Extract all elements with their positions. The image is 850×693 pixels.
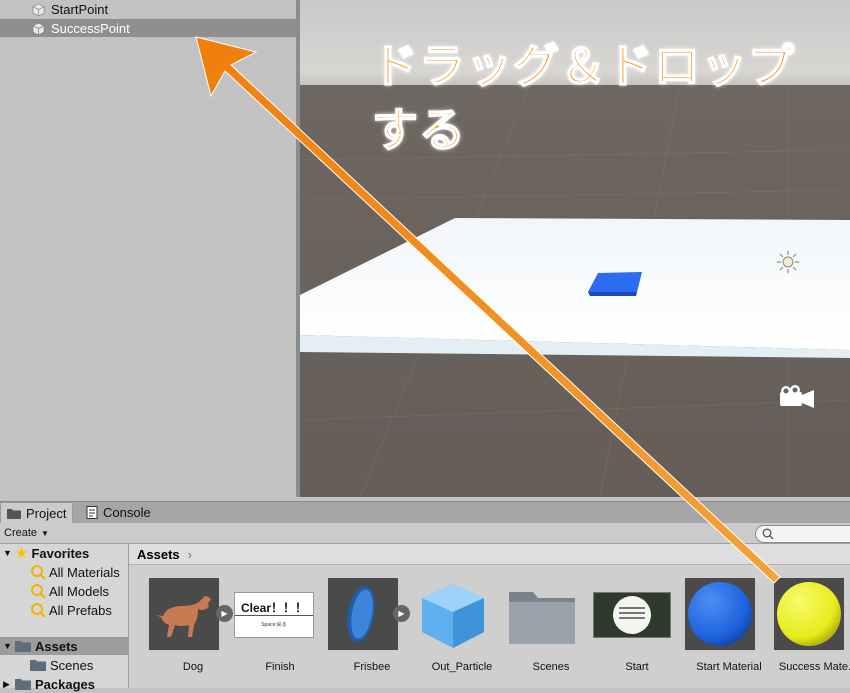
tree-assets[interactable]: ▼ Assets xyxy=(0,637,128,655)
search-icon xyxy=(31,565,46,580)
project-tree: ▼ ★ Favorites All Materials All Models A… xyxy=(0,544,129,692)
sun-icon[interactable] xyxy=(777,251,799,273)
frisbee-model-icon xyxy=(328,578,398,650)
finish-thumbnail-caption: Clear！！！ xyxy=(240,601,308,615)
search-icon xyxy=(31,584,46,599)
prefab-cube-icon xyxy=(418,578,488,650)
tree-item-label: All Models xyxy=(49,583,109,599)
scene-view[interactable] xyxy=(300,0,850,497)
bottom-tab-bar: Project Console xyxy=(0,501,850,524)
asset-label: Finish xyxy=(265,661,295,673)
asset-label: Start xyxy=(625,661,649,673)
chevron-down-icon: ▼ xyxy=(41,528,49,538)
dog-model-icon xyxy=(149,578,219,650)
expand-play-icon[interactable]: ▶ xyxy=(216,605,233,622)
gameobject-icon xyxy=(32,3,45,16)
tab-console-label: Console xyxy=(103,505,151,520)
folder-icon xyxy=(7,509,21,519)
tree-favorites[interactable]: ▼ ★ Favorites xyxy=(0,544,128,562)
hierarchy-item-successpoint[interactable]: SuccessPoint xyxy=(0,19,296,37)
expand-arrow-icon[interactable]: ▼ xyxy=(3,641,13,651)
hierarchy-item-startpoint[interactable]: StartPoint xyxy=(0,0,296,18)
project-toolbar: Create ▼ xyxy=(0,523,850,544)
tree-assets-label: Assets xyxy=(35,638,78,654)
tree-item-label: Scenes xyxy=(50,657,94,673)
tree-item-label: All Prefabs xyxy=(49,602,112,618)
tree-packages-label: Packages xyxy=(35,676,95,692)
finish-image-icon: Clear！！！ Space:戻る xyxy=(234,592,314,638)
asset-label: Out_Particle xyxy=(431,661,493,673)
hierarchy-panel: StartPoint SuccessPoint xyxy=(0,0,296,497)
asset-browser: Assets › ▶ Dog Clear！！！ Space:戻る Finish … xyxy=(129,544,850,688)
asset-label: Start Material xyxy=(696,661,762,673)
hierarchy-item-label: StartPoint xyxy=(51,1,109,17)
tree-item-all-materials[interactable]: All Materials xyxy=(0,563,128,581)
search-icon xyxy=(762,528,774,540)
tree-packages[interactable]: ▶ Packages xyxy=(0,675,128,693)
breadcrumb-assets[interactable]: Assets xyxy=(137,547,180,562)
yellow-sphere-icon xyxy=(774,578,844,650)
search-input[interactable] xyxy=(755,525,850,543)
start-image-icon xyxy=(593,592,671,638)
console-icon xyxy=(86,506,98,519)
tree-item-label: All Materials xyxy=(49,564,120,580)
tab-project-label: Project xyxy=(26,506,67,521)
folder-icon xyxy=(507,578,577,650)
create-button[interactable]: Create ▼ xyxy=(4,525,49,541)
folder-icon xyxy=(30,660,46,671)
asset-label: Success Mate... xyxy=(778,661,850,673)
finish-thumbnail-subcaption: Space:戻る xyxy=(261,622,287,628)
expand-play-icon[interactable]: ▶ xyxy=(393,605,410,622)
asset-label: Scenes xyxy=(532,661,570,673)
tab-project[interactable]: Project xyxy=(0,502,74,524)
gameobject-icon xyxy=(32,22,45,35)
folder-icon xyxy=(15,641,31,652)
asset-label: Dog xyxy=(182,661,204,673)
scene-viewport xyxy=(300,0,850,497)
star-icon: ★ xyxy=(15,545,29,562)
create-button-label: Create xyxy=(4,527,38,539)
expand-arrow-icon[interactable]: ▼ xyxy=(3,548,13,558)
chevron-right-icon: › xyxy=(187,546,192,562)
asset-label: Frisbee xyxy=(353,661,391,673)
blue-sphere-icon xyxy=(685,578,755,650)
tree-item-all-models[interactable]: All Models xyxy=(0,582,128,600)
tree-item-all-prefabs[interactable]: All Prefabs xyxy=(0,601,128,619)
breadcrumb: Assets › xyxy=(129,544,850,565)
tree-item-scenes[interactable]: Scenes xyxy=(0,656,128,674)
search-icon xyxy=(31,603,46,618)
folder-icon xyxy=(15,679,31,690)
tab-console[interactable]: Console xyxy=(80,502,157,523)
tree-favorites-label: Favorites xyxy=(31,545,90,561)
hierarchy-item-label: SuccessPoint xyxy=(51,20,130,36)
